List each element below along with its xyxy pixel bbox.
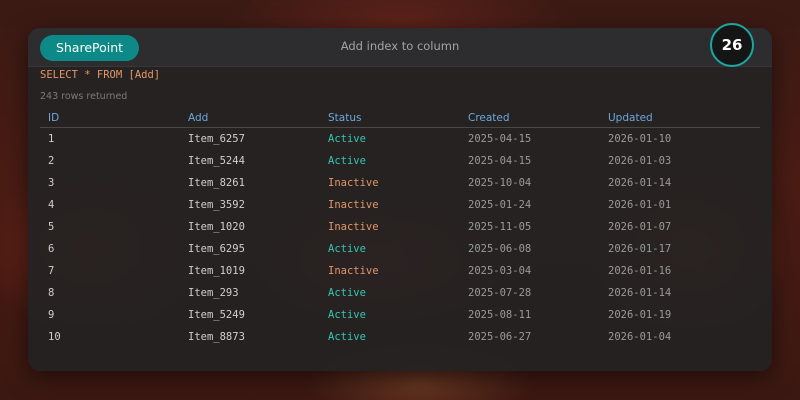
cell-updated: 2026-01-14 [608, 287, 672, 299]
cell-created: 2025-01-24 [468, 199, 532, 211]
cell-add: Item_1019 [188, 265, 245, 277]
cell-id: 2 [48, 155, 55, 167]
table-header-row: ID Add Status Created Updated [40, 108, 760, 128]
cell-created: 2025-03-04 [468, 265, 532, 277]
cell-id: 5 [48, 221, 55, 233]
cell-add: Item_6295 [188, 243, 245, 255]
cell-updated: 2026-01-10 [608, 133, 672, 145]
cell-created: 2025-10-04 [468, 177, 532, 189]
cell-id: 8 [48, 287, 55, 299]
cell-created: 2025-08-11 [468, 309, 532, 321]
table-row[interactable]: 6 Item_6295 Active 2025-06-08 2026-01-17 [40, 238, 760, 260]
cell-add: Item_3592 [188, 199, 245, 211]
cell-id: 9 [48, 309, 55, 321]
count-badge: 26 [710, 23, 754, 67]
query-results-window: Add index to column SharePoint SELECT * … [28, 28, 772, 371]
column-header-updated[interactable]: Updated [600, 108, 760, 128]
cell-status: Active [328, 331, 366, 343]
cell-add: Item_5244 [188, 155, 245, 167]
cell-updated: 2026-01-14 [608, 177, 672, 189]
cell-id: 10 [48, 331, 61, 343]
app-name-button[interactable]: SharePoint [40, 35, 139, 61]
cell-add: Item_8873 [188, 331, 245, 343]
cell-status: Inactive [328, 221, 379, 233]
title-bar: Add index to column SharePoint [28, 28, 772, 67]
table-row[interactable]: 4 Item_3592 Inactive 2025-01-24 2026-01-01 [40, 194, 760, 216]
cell-add: Item_1020 [188, 221, 245, 233]
cell-created: 2025-04-15 [468, 155, 532, 167]
cell-updated: 2026-01-03 [608, 155, 672, 167]
cell-updated: 2026-01-04 [608, 331, 672, 343]
cell-updated: 2026-01-17 [608, 243, 672, 255]
column-header-created[interactable]: Created [460, 108, 600, 128]
cell-created: 2025-06-08 [468, 243, 532, 255]
cell-id: 1 [48, 133, 55, 145]
table-body: 1 Item_6257 Active 2025-04-15 2026-01-10 2 Ite… [40, 128, 760, 349]
column-header-add[interactable]: Add [180, 108, 320, 128]
cell-add: Item_5249 [188, 309, 245, 321]
cell-status: Active [328, 287, 366, 299]
cell-created: 2025-07-28 [468, 287, 532, 299]
cell-created: 2025-04-15 [468, 133, 532, 145]
table-row[interactable]: 1 Item_6257 Active 2025-04-15 2026-01-10 [40, 128, 760, 151]
cell-updated: 2026-01-07 [608, 221, 672, 233]
cell-id: 7 [48, 265, 55, 277]
cell-updated: 2026-01-19 [608, 309, 672, 321]
sql-query-text: SELECT * FROM [Add] [40, 69, 161, 81]
table-row[interactable]: 7 Item_1019 Inactive 2025-03-04 2026-01-16 [40, 260, 760, 282]
cell-created: 2025-06-27 [468, 331, 532, 343]
cell-created: 2025-11-05 [468, 221, 532, 233]
cell-add: Item_8261 [188, 177, 245, 189]
cell-status: Inactive [328, 265, 379, 277]
table-row[interactable]: 9 Item_5249 Active 2025-08-11 2026-01-19 [40, 304, 760, 326]
window-title: Add index to column [340, 39, 460, 53]
cell-id: 3 [48, 177, 55, 189]
table-row[interactable]: 8 Item_293 Active 2025-07-28 2026-01-14 [40, 282, 760, 304]
cell-id: 4 [48, 199, 55, 211]
table-row[interactable]: 3 Item_8261 Inactive 2025-10-04 2026-01-14 [40, 172, 760, 194]
table-row[interactable]: 5 Item_1020 Inactive 2025-11-05 2026-01-07 [40, 216, 760, 238]
cell-updated: 2026-01-01 [608, 199, 672, 211]
results-table: ID Add Status Created Updated 1 Item_6257… [40, 108, 760, 348]
cell-status: Inactive [328, 199, 379, 211]
cell-add: Item_6257 [188, 133, 245, 145]
cell-status: Active [328, 243, 366, 255]
table-row[interactable]: 2 Item_5244 Active 2025-04-15 2026-01-03 [40, 150, 760, 172]
table-row[interactable]: 10 Item_8873 Active 2025-06-27 2026-01-04 [40, 326, 760, 348]
cell-status: Inactive [328, 177, 379, 189]
cell-add: Item_293 [188, 287, 239, 299]
cell-updated: 2026-01-16 [608, 265, 672, 277]
cell-id: 6 [48, 243, 55, 255]
column-header-status[interactable]: Status [320, 108, 460, 128]
column-header-id[interactable]: ID [40, 108, 180, 128]
cell-status: Active [328, 155, 366, 167]
cell-status: Active [328, 309, 366, 321]
rows-returned-label: 243 rows returned [40, 91, 128, 102]
cell-status: Active [328, 133, 366, 145]
